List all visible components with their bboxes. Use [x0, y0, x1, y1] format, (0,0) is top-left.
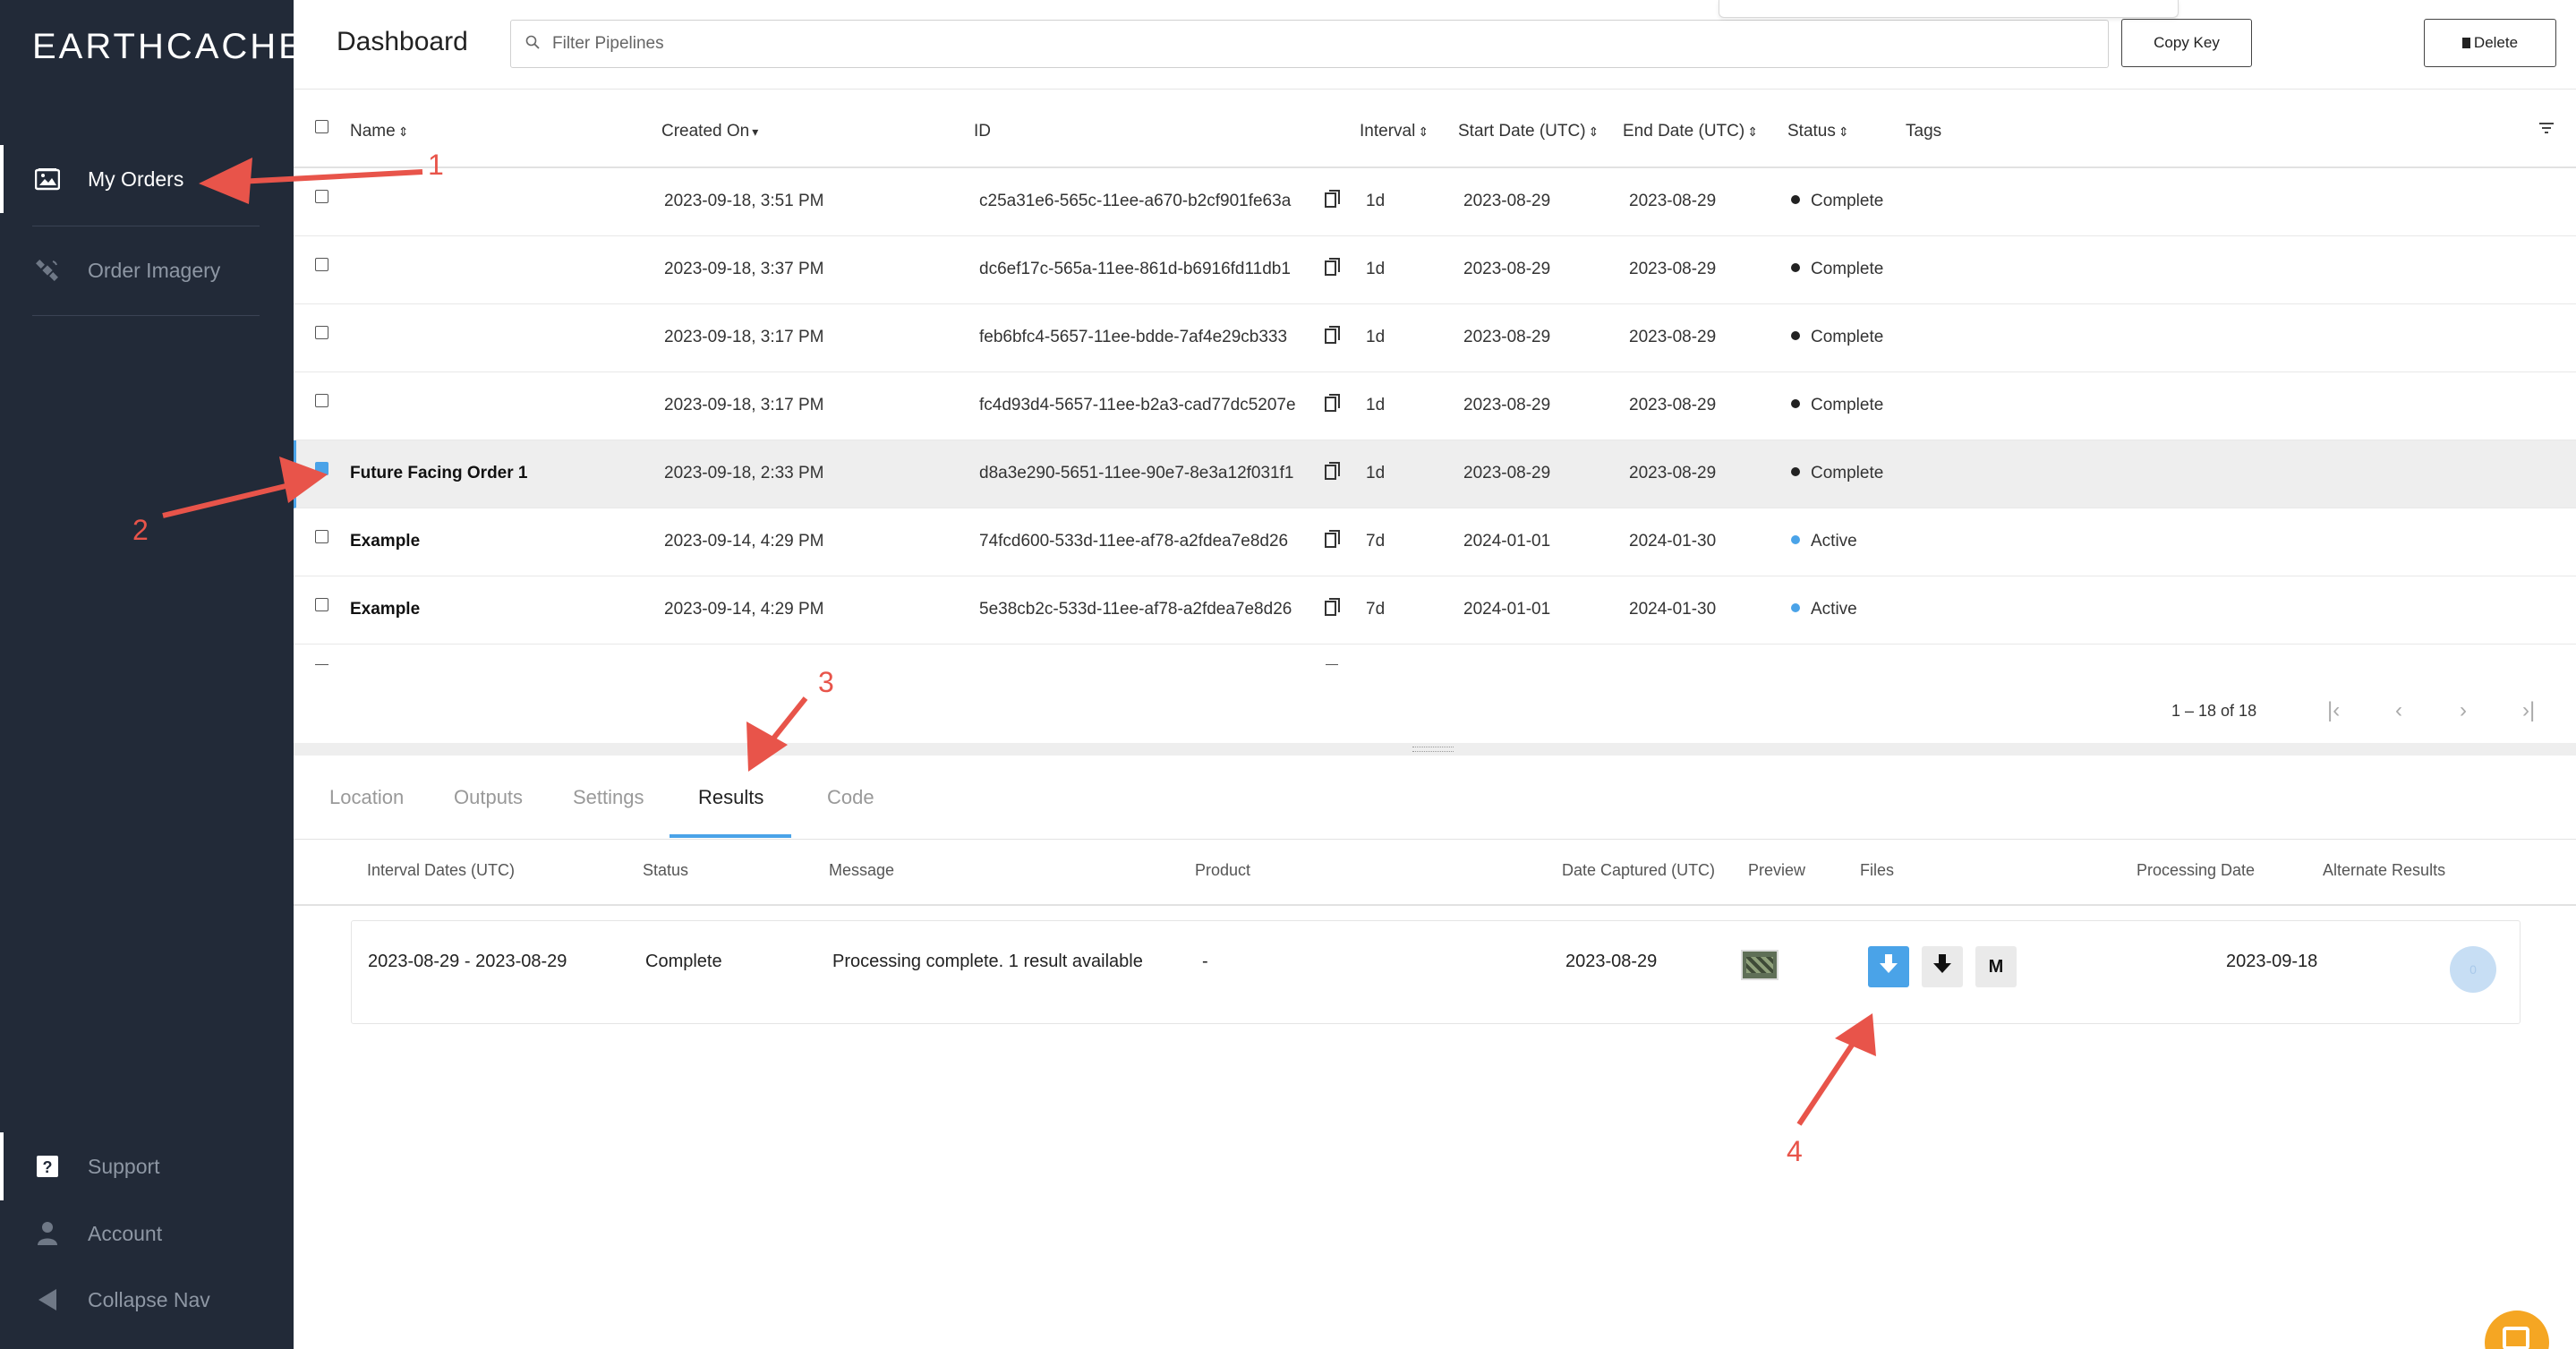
annotation-arrow-4: [1796, 1013, 1876, 1126]
annotation-arrow-3: [746, 696, 808, 772]
annotation-label-3: 3: [818, 666, 834, 698]
annotation-label-4: 4: [1787, 1135, 1803, 1167]
chat-icon: [2503, 1327, 2529, 1349]
annotation-arrow-2: [162, 457, 328, 518]
annotation-label-1: 1: [428, 149, 444, 181]
annotation-overlay: [162, 158, 1876, 1126]
annotation-label-2: 2: [132, 514, 149, 546]
annotation-arrow-1: [199, 158, 423, 204]
